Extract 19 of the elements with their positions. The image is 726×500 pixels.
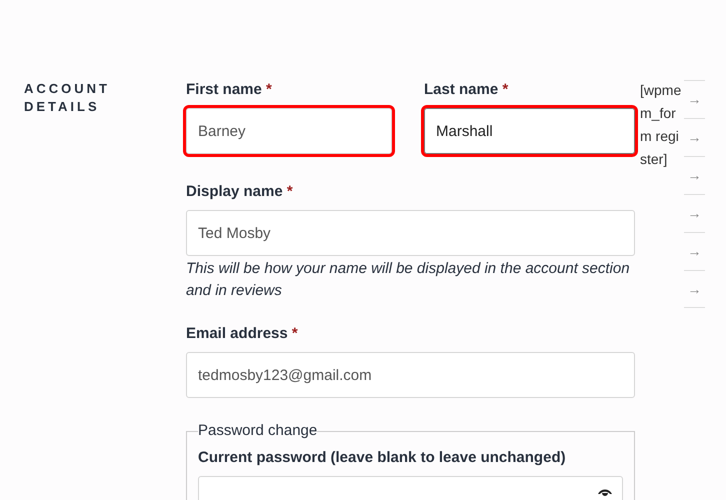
field-label: Display name *	[186, 182, 294, 202]
arrow-link[interactable]: →	[684, 232, 705, 270]
field-label: Email address *	[186, 324, 299, 344]
fieldset-legend: Password change	[198, 423, 318, 440]
arrow-link[interactable]: →	[684, 194, 705, 232]
field-label: Current password (leave blank to leave unchanged)	[198, 448, 567, 468]
arrow-link[interactable]: →	[684, 270, 705, 308]
arrow-link[interactable]: →	[684, 80, 705, 118]
field-description: This will be how your name will be displayed in the account section and in reviews	[186, 259, 631, 301]
input-field[interactable]: Ted Mosby	[186, 210, 635, 256]
input-field[interactable]: Marshall	[424, 108, 635, 154]
shortcode-text: [wpmem_form register]	[640, 81, 682, 169]
arrow-link[interactable]: →	[684, 156, 705, 194]
field-label: First name *	[186, 80, 273, 100]
input-field[interactable]: tedmosby123@gmail.com	[186, 352, 635, 398]
input-field[interactable]: Barney	[186, 108, 392, 154]
arrow-link[interactable]: →	[684, 118, 705, 156]
field-label: Last name *	[424, 80, 510, 100]
section-title: ACCOUNT DETAILS	[24, 80, 111, 116]
